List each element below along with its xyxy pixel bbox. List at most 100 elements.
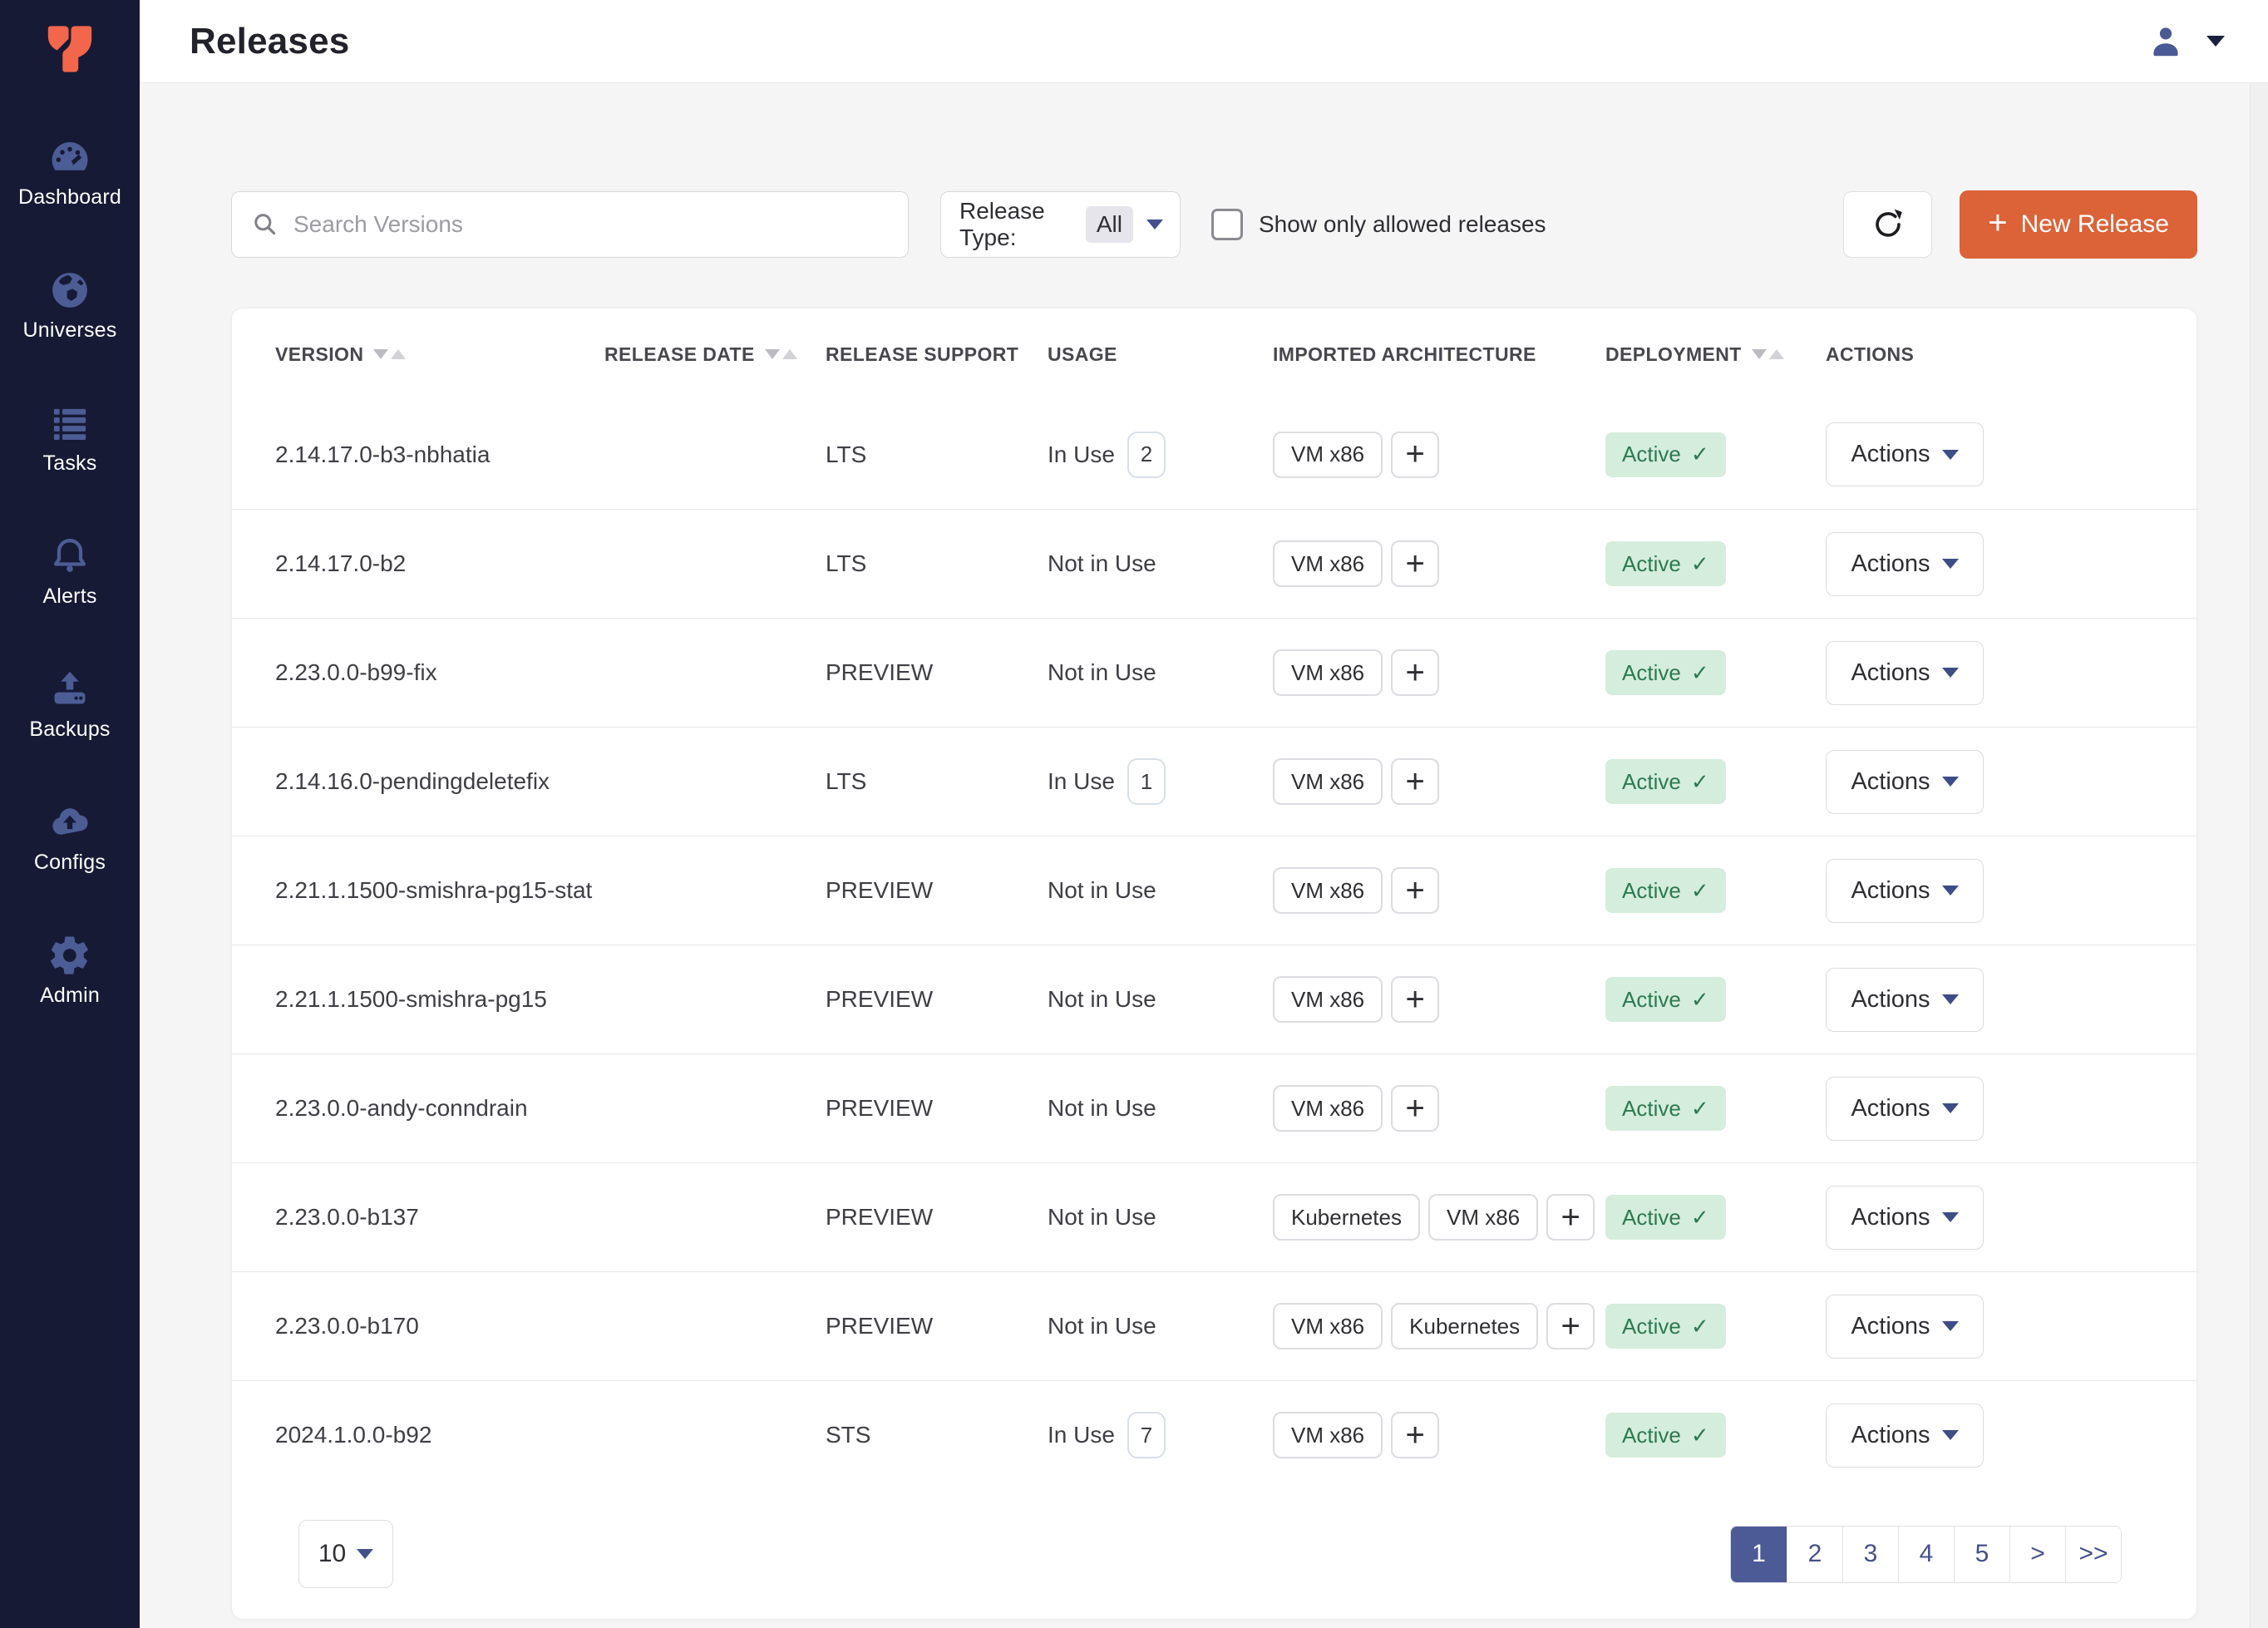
page-button-2[interactable]: 2 [1787, 1527, 1842, 1582]
usage-label: Not in Use [1048, 1095, 1156, 1122]
add-architecture-button[interactable]: + [1391, 1085, 1439, 1132]
release-type-select[interactable]: Release Type: All [940, 191, 1181, 258]
check-icon: ✓ [1691, 1423, 1709, 1448]
release-row[interactable]: 2.23.0.0-b137PREVIEWNot in UseKubernetes… [232, 1162, 2197, 1271]
page-button-3[interactable]: 3 [1842, 1527, 1898, 1582]
page-button-4[interactable]: 4 [1898, 1527, 1954, 1582]
checkbox-label: Show only allowed releases [1259, 211, 1546, 238]
release-version: 2.14.17.0-b3-nbhatia [275, 442, 604, 468]
deployment-status-badge: Active✓ [1605, 650, 1726, 695]
release-row[interactable]: 2024.1.0.0-b92STSIn Use7VM x86+Active✓Ac… [232, 1380, 2197, 1489]
search-box[interactable] [231, 191, 909, 258]
release-version: 2.21.1.1500-smishra-pg15-stat [275, 877, 604, 904]
column-header-release-date[interactable]: RELEASE DATE [604, 343, 826, 366]
deployment-status-label: Active [1622, 442, 1681, 467]
add-architecture-button[interactable]: + [1546, 1194, 1595, 1241]
column-header-deployment[interactable]: DEPLOYMENT [1605, 343, 1826, 366]
add-architecture-button[interactable]: + [1391, 758, 1439, 805]
actions-button-label: Actions [1851, 1204, 1930, 1231]
add-architecture-button[interactable]: + [1391, 649, 1439, 696]
actions-cell: Actions [1826, 641, 2153, 705]
deployment-cell: Active✓ [1605, 541, 1826, 586]
actions-button[interactable]: Actions [1826, 968, 1984, 1032]
sidebar-item-admin[interactable]: Admin [0, 933, 140, 1008]
check-icon: ✓ [1691, 987, 1709, 1013]
page-size-select[interactable]: 10 [298, 1520, 393, 1588]
check-icon: ✓ [1691, 1314, 1709, 1339]
sort-icon[interactable] [765, 349, 797, 359]
show-allowed-releases-toggle[interactable]: Show only allowed releases [1211, 209, 1546, 240]
architecture-chip: VM x86 [1273, 976, 1383, 1023]
release-row[interactable]: 2.21.1.1500-smishra-pg15PREVIEWNot in Us… [232, 945, 2197, 1053]
release-row[interactable]: 2.14.17.0-b2LTSNot in UseVM x86+Active✓A… [232, 509, 2197, 618]
checkbox[interactable] [1211, 209, 1243, 240]
sort-icon[interactable] [1752, 349, 1784, 359]
yugabyte-logo[interactable] [41, 20, 99, 78]
add-architecture-button[interactable]: + [1391, 540, 1439, 587]
actions-button[interactable]: Actions [1826, 532, 1984, 596]
actions-button[interactable]: Actions [1826, 1077, 1984, 1141]
search-input[interactable] [293, 211, 890, 238]
usage-count-badge: 7 [1127, 1412, 1166, 1458]
release-version: 2.23.0.0-b170 [275, 1313, 604, 1339]
chevron-down-icon [1942, 777, 1959, 787]
sidebar-item-tasks[interactable]: Tasks [0, 401, 140, 476]
actions-button[interactable]: Actions [1826, 1295, 1984, 1359]
actions-button[interactable]: Actions [1826, 1404, 1984, 1468]
release-row[interactable]: 2.14.16.0-pendingdeletefixLTSIn Use1VM x… [232, 727, 2197, 836]
release-row[interactable]: 2.21.1.1500-smishra-pg15-statPREVIEWNot … [232, 836, 2197, 945]
new-release-button[interactable]: + New Release [1960, 190, 2197, 259]
sort-icon[interactable] [373, 349, 406, 359]
column-header-version[interactable]: VERSION [275, 343, 604, 366]
actions-button[interactable]: Actions [1826, 859, 1984, 923]
deployment-cell: Active✓ [1605, 1195, 1826, 1240]
usage-label: In Use [1048, 442, 1115, 468]
releases-table-card: VERSIONRELEASE DATERELEASE SUPPORTUSAGEI… [231, 308, 2197, 1620]
next-page-button[interactable]: > [2009, 1527, 2065, 1582]
sidebar-item-universes[interactable]: Universes [0, 268, 140, 343]
actions-button[interactable]: Actions [1826, 641, 1984, 705]
add-architecture-button[interactable]: + [1391, 867, 1439, 914]
add-architecture-button[interactable]: + [1391, 976, 1439, 1023]
release-row[interactable]: 2.14.17.0-b3-nbhatiaLTSIn Use2VM x86+Act… [232, 400, 2197, 509]
refresh-button[interactable] [1843, 191, 1932, 258]
add-architecture-button[interactable]: + [1546, 1303, 1595, 1349]
column-header-label: RELEASE SUPPORT [826, 343, 1018, 366]
actions-button-label: Actions [1851, 1095, 1930, 1122]
actions-button[interactable]: Actions [1826, 422, 1984, 486]
sort-desc-icon [373, 349, 388, 359]
release-type-label: Release Type: [959, 198, 1075, 251]
page-button-1[interactable]: 1 [1731, 1527, 1787, 1582]
chevron-down-icon [1942, 1103, 1959, 1113]
release-row[interactable]: 2.23.0.0-andy-conndrainPREVIEWNot in Use… [232, 1053, 2197, 1162]
add-architecture-button[interactable]: + [1391, 1412, 1439, 1458]
actions-button[interactable]: Actions [1826, 750, 1984, 814]
deployment-status-badge: Active✓ [1605, 1413, 1726, 1458]
sidebar-item-configs[interactable]: Configs [0, 800, 140, 875]
sidebar-item-alerts[interactable]: Alerts [0, 534, 140, 609]
column-header-actions: ACTIONS [1826, 343, 2153, 366]
add-architecture-button[interactable]: + [1391, 432, 1439, 478]
deployment-status-badge: Active✓ [1605, 541, 1726, 586]
release-row[interactable]: 2.23.0.0-b170PREVIEWNot in UseVM x86Kube… [232, 1271, 2197, 1380]
last-page-button[interactable]: >> [2065, 1527, 2121, 1582]
actions-button-label: Actions [1851, 1313, 1930, 1340]
sort-asc-icon [1769, 349, 1784, 359]
actions-button[interactable]: Actions [1826, 1186, 1984, 1250]
sidebar-item-backups[interactable]: Backups [0, 667, 140, 742]
user-menu[interactable] [2147, 22, 2235, 61]
release-version: 2.21.1.1500-smishra-pg15 [275, 986, 604, 1013]
actions-button-label: Actions [1851, 441, 1930, 468]
page-button-5[interactable]: 5 [1954, 1527, 2009, 1582]
usage-cell: Not in Use [1048, 1313, 1273, 1339]
page-size-value: 10 [318, 1540, 346, 1568]
sidebar-item-dashboard[interactable]: Dashboard [0, 135, 140, 210]
usage-label: In Use [1048, 1422, 1115, 1448]
actions-cell: Actions [1826, 1404, 2153, 1468]
release-row[interactable]: 2.23.0.0-b99-fixPREVIEWNot in UseVM x86+… [232, 618, 2197, 727]
usage-cell: Not in Use [1048, 659, 1273, 686]
release-support: PREVIEW [826, 1204, 1048, 1231]
deployment-cell: Active✓ [1605, 1086, 1826, 1131]
imported-architecture-cell: VM x86+ [1273, 432, 1605, 478]
scrollbar[interactable] [2250, 83, 2268, 1628]
